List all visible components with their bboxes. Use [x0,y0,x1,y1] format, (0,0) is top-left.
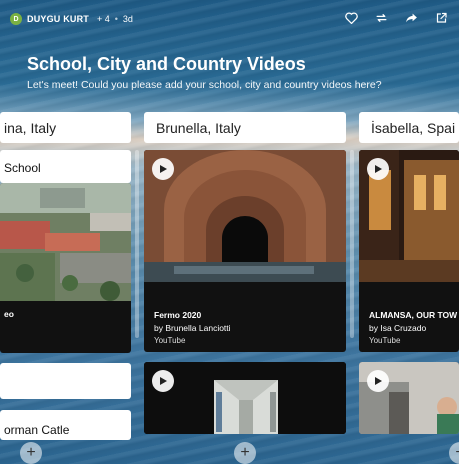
play-icon[interactable] [367,158,389,180]
remix-icon[interactable] [373,10,389,26]
post-card-almansa[interactable]: ALMANSA, OUR TOW by Isa Cruzado YouTube [359,150,459,352]
post-card-castle[interactable]: orman Catle [0,410,131,440]
add-post-button[interactable]: + [234,442,256,464]
post-title: School [4,161,41,175]
avatar[interactable]: D [10,13,22,25]
column-scrollbar[interactable] [135,150,139,338]
post-card-school[interactable]: School [0,150,131,183]
share-icon[interactable] [403,10,419,26]
post-card-school-video[interactable]: eo [0,183,131,353]
play-icon[interactable] [152,370,174,392]
post-source: YouTube [154,336,186,345]
column-header-3[interactable]: İsabella, Spai [359,112,459,143]
post-age: 3d [122,14,133,24]
corridor-image [144,362,346,434]
post-card-fermo[interactable]: Fermo 2020 by Brunella Lanciotti YouTube [144,150,346,352]
post-source: YouTube [369,336,401,345]
post-title: orman Catle [4,423,70,437]
play-icon[interactable] [152,158,174,180]
separator-dot: • [114,14,118,24]
column-header-1[interactable]: ina, Italy [0,112,131,143]
column-header-2[interactable]: Brunella, Italy [144,112,346,143]
column-scrollbar[interactable] [350,150,354,338]
top-actions [343,10,449,26]
post-author: by Isa Cruzado [369,323,427,333]
open-external-icon[interactable] [433,10,449,26]
post-card-corridor[interactable] [144,362,346,434]
post-card-blank[interactable] [0,363,131,399]
add-post-button[interactable]: + [20,442,42,464]
school-aerial-image [0,183,131,301]
page-title: School, City and Country Videos [27,54,306,74]
play-icon[interactable] [367,370,389,392]
post-author: by Brunella Lanciotti [154,323,231,333]
board-header: School, City and Country Videos Let's me… [27,54,382,91]
post-title: ALMANSA, OUR TOW [369,310,458,320]
post-title: eo [4,309,14,319]
post-title: Fermo 2020 [154,310,202,320]
page-subtitle: Let's meet! Could you please add your sc… [27,79,382,91]
top-bar: D DUYGU KURT + 4 • 3d [0,0,459,38]
arch-tunnel-image [144,150,346,282]
author-name[interactable]: DUYGU KURT [27,14,89,24]
post-card-classroom[interactable] [359,362,459,434]
heart-icon[interactable] [343,10,359,26]
likes-count: + 4 [97,14,110,24]
